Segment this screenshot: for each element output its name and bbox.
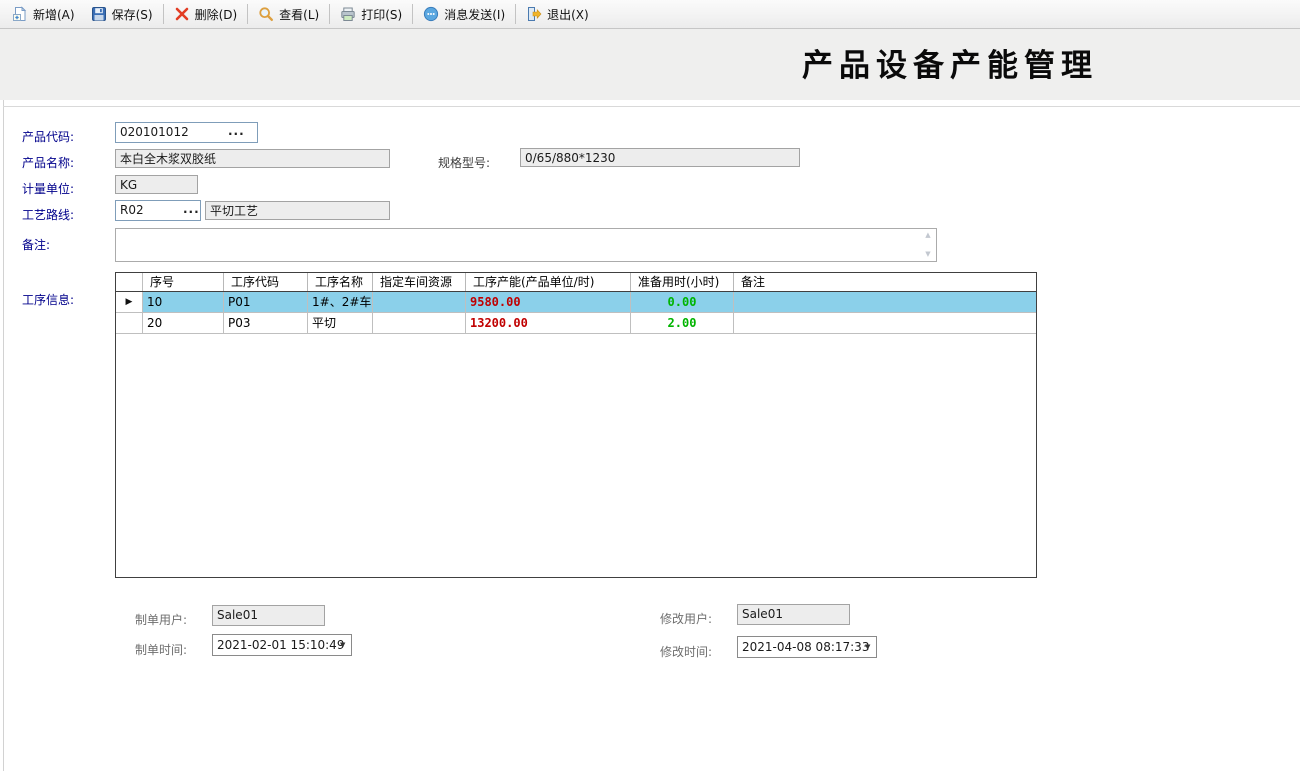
exit-button[interactable]: 退出(X): [518, 2, 597, 26]
print-icon: [340, 6, 356, 22]
process-grid-header: 序号工序代码工序名称指定车间资源工序产能(产品单位/时)准备用时(小时)备注: [116, 273, 1036, 292]
print-button-label: 打印(S): [361, 6, 402, 23]
unit-field: KG: [115, 175, 198, 194]
remark-scroll-up-icon[interactable]: ▲: [922, 230, 934, 241]
product-code-lookup-button[interactable]: ···: [228, 129, 245, 139]
create-user-field: Sale01: [212, 605, 325, 626]
toolbar-separator: [329, 4, 330, 24]
app-window: 新增(A) 保存(S) 删除(D) 查看(L): [0, 0, 1300, 771]
grid-column-header[interactable]: 工序产能(产品单位/时): [466, 273, 631, 291]
grid-cell[interactable]: [373, 292, 466, 312]
create-user-label: 制单用户:: [135, 611, 187, 628]
spec-model-label: 规格型号:: [438, 154, 490, 171]
exit-button-label: 退出(X): [547, 6, 589, 23]
message-icon: [423, 6, 439, 22]
grid-column-header[interactable]: 序号: [143, 273, 224, 291]
view-button-label: 查看(L): [279, 6, 319, 23]
process-info-label: 工序信息:: [22, 291, 74, 308]
grid-cell[interactable]: P01: [224, 292, 308, 312]
process-route-name-field: 平切工艺: [205, 201, 390, 220]
modify-time-label: 修改时间:: [660, 643, 712, 660]
grid-cell[interactable]: 0.00: [631, 292, 734, 312]
unit-label: 计量单位:: [22, 180, 74, 197]
grid-column-header[interactable]: 指定车间资源: [373, 273, 466, 291]
grid-cell[interactable]: 2.00: [631, 313, 734, 333]
new-document-icon: [12, 6, 28, 22]
grid-cell[interactable]: P03: [224, 313, 308, 333]
grid-column-header[interactable]: 备注: [734, 273, 1036, 291]
process-route-lookup-button[interactable]: ···: [183, 207, 200, 217]
grid-cell[interactable]: 平切: [308, 313, 373, 333]
grid-cell[interactable]: 1#、2#车间: [308, 292, 373, 312]
product-code-label: 产品代码:: [22, 128, 74, 145]
modify-time-picker[interactable]: 2021-04-08 08:17:33: [737, 636, 877, 658]
spec-model-field: 0/65/880*1230: [520, 148, 800, 167]
view-button[interactable]: 查看(L): [250, 2, 327, 26]
print-button[interactable]: 打印(S): [332, 2, 410, 26]
process-grid-body: ▶10P011#、2#车间 9580.000.00 20P03平切 13200.002…: [116, 292, 1036, 334]
process-grid: 序号工序代码工序名称指定车间资源工序产能(产品单位/时)准备用时(小时)备注 ▶…: [115, 272, 1037, 578]
modify-user-label: 修改用户:: [660, 610, 712, 627]
send-message-button-label: 消息发送(I): [444, 6, 505, 23]
toolbar-separator: [412, 4, 413, 24]
toolbar-separator: [163, 4, 164, 24]
row-indicator-header: [116, 273, 143, 291]
grid-cell[interactable]: 13200.00: [466, 313, 631, 333]
remark-scroll-down-icon[interactable]: ▼: [922, 249, 934, 260]
product-name-label: 产品名称:: [22, 154, 74, 171]
grid-cell[interactable]: 20: [143, 313, 224, 333]
current-row-arrow-icon: ▶: [116, 292, 143, 312]
product-name-field: 本白全木浆双胶纸: [115, 149, 390, 168]
grid-column-header[interactable]: 准备用时(小时): [631, 273, 734, 291]
remark-textarea[interactable]: [115, 228, 937, 262]
modify-user-field: Sale01: [737, 604, 850, 625]
grid-row[interactable]: 20P03平切 13200.002.00: [116, 313, 1036, 334]
delete-icon: [174, 6, 190, 22]
grid-cell[interactable]: [734, 313, 1036, 333]
page-title: 产品设备产能管理: [700, 40, 1200, 85]
modify-time-dropdown-icon[interactable]: ▼: [865, 643, 1296, 651]
row-indicator: [116, 313, 143, 333]
send-message-button[interactable]: 消息发送(I): [415, 2, 513, 26]
grid-cell[interactable]: [373, 313, 466, 333]
grid-cell[interactable]: 10: [143, 292, 224, 312]
process-route-label: 工艺路线:: [22, 206, 74, 223]
toolbar: 新增(A) 保存(S) 删除(D) 查看(L): [0, 0, 1300, 29]
new-button-label: 新增(A): [33, 6, 75, 23]
panel-top-divider: [3, 106, 1300, 107]
save-button-label: 保存(S): [112, 6, 153, 23]
toolbar-separator: [247, 4, 248, 24]
delete-button[interactable]: 删除(D): [166, 2, 246, 26]
save-button[interactable]: 保存(S): [83, 2, 161, 26]
grid-column-header[interactable]: 工序代码: [224, 273, 308, 291]
exit-icon: [526, 6, 542, 22]
delete-button-label: 删除(D): [195, 6, 238, 23]
grid-cell[interactable]: [734, 292, 1036, 312]
create-time-picker[interactable]: 2021-02-01 15:10:49: [212, 634, 352, 656]
grid-cell[interactable]: 9580.00: [466, 292, 631, 312]
remark-label: 备注:: [22, 236, 50, 253]
toolbar-separator: [515, 4, 516, 24]
grid-row[interactable]: ▶10P011#、2#车间 9580.000.00: [116, 292, 1036, 313]
save-icon: [91, 6, 107, 22]
view-icon: [258, 6, 274, 22]
new-button[interactable]: 新增(A): [4, 2, 83, 26]
create-time-label: 制单时间:: [135, 641, 187, 658]
grid-column-header[interactable]: 工序名称: [308, 273, 373, 291]
